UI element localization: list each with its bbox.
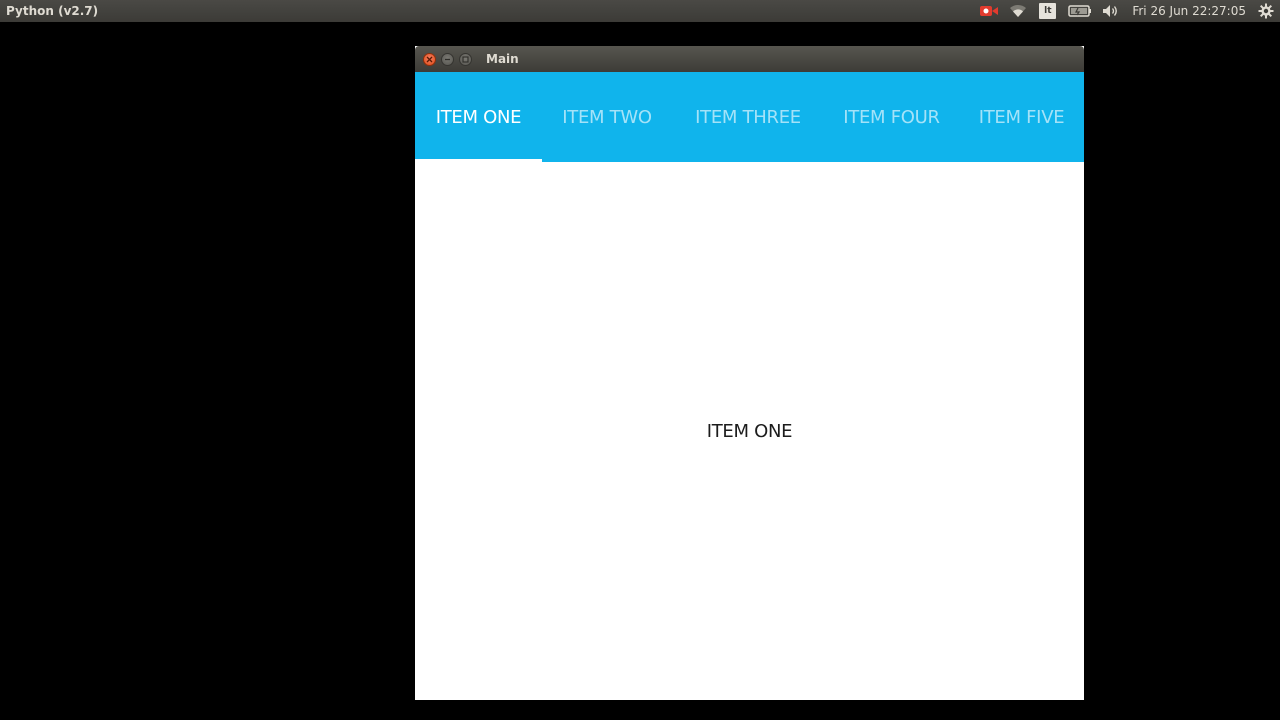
tab-label: ITEM TWO (562, 106, 652, 128)
window-titlebar[interactable]: Main (415, 46, 1084, 72)
keyboard-layout-indicator[interactable]: lt (1039, 3, 1057, 19)
maximize-icon (462, 55, 469, 63)
tab-item-five[interactable]: ITEM FIVE (959, 72, 1084, 162)
minimize-button[interactable] (441, 52, 454, 66)
tab-item-one[interactable]: ITEM ONE (415, 72, 542, 162)
panel-indicators: lt Fri 26 Jun 22:27:05 (969, 0, 1280, 22)
tab-label: ITEM THREE (695, 106, 801, 128)
minimize-icon (445, 58, 450, 60)
gear-icon[interactable] (1258, 0, 1274, 22)
panel-app-name[interactable]: Python (v2.7) (0, 4, 98, 18)
tab-bar: ITEM ONE ITEM TWO ITEM THREE ITEM FOUR I… (415, 72, 1084, 162)
main-window: Main ITEM ONE ITEM TWO ITEM THREE ITEM F… (415, 46, 1084, 700)
tab-label: ITEM FOUR (843, 106, 940, 128)
tab-item-three[interactable]: ITEM THREE (672, 72, 824, 162)
tab-item-four[interactable]: ITEM FOUR (824, 72, 959, 162)
panel-clock[interactable]: Fri 26 Jun 22:27:05 (1132, 4, 1246, 18)
maximize-button[interactable] (459, 52, 472, 66)
battery-icon[interactable] (1068, 0, 1092, 22)
tab-item-two[interactable]: ITEM TWO (542, 72, 672, 162)
wifi-icon[interactable] (1009, 0, 1027, 22)
content-label: ITEM ONE (706, 420, 793, 442)
close-icon (426, 56, 433, 62)
window-title: Main (486, 52, 519, 66)
record-icon[interactable] (979, 0, 999, 22)
tab-content: ITEM ONE (415, 162, 1084, 700)
volume-icon[interactable] (1102, 0, 1120, 22)
close-button[interactable] (423, 52, 436, 66)
tab-label: ITEM ONE (435, 106, 522, 128)
top-panel: Python (v2.7) lt Fri 26 Jun 22:27:05 (0, 0, 1280, 22)
tab-label: ITEM FIVE (978, 106, 1065, 128)
